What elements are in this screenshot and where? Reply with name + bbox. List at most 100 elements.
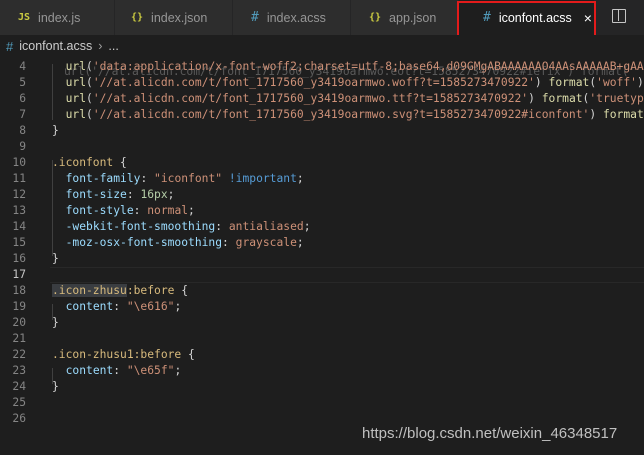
line-number: 7 (19, 108, 26, 121)
breadcrumb-more[interactable]: ... (108, 39, 118, 53)
code-line[interactable]: 9 (0, 139, 644, 155)
code-token: url (65, 92, 87, 105)
line-number: 18 (12, 284, 26, 297)
code-line[interactable]: 4 url('data:application/x-font-woff2;cha… (0, 59, 644, 75)
line-code: -moz-osx-font-smoothing: grayscale; (52, 235, 304, 251)
watermark: https://blog.csdn.net/weixin_46348517 (362, 425, 618, 442)
code-token: -webkit-font-smoothing (65, 220, 216, 233)
line-code: font-style: normal; (52, 203, 195, 219)
javascript-file-icon: JS (18, 12, 31, 23)
line-number: 14 (12, 220, 26, 233)
code-token: "\e65f" (126, 364, 175, 377)
code-token: } (52, 124, 59, 137)
code-line[interactable]: 14 -webkit-font-smoothing: antialiased; (0, 219, 644, 235)
line-code: content: "\e65f"; (52, 363, 182, 379)
tab-iconfont-acss[interactable]: # iconfont.acss × (459, 0, 595, 35)
tab-index-json[interactable]: {} index.json (115, 0, 233, 35)
line-number: 11 (12, 172, 26, 185)
line-number: 16 (12, 252, 26, 265)
code-line[interactable]: 18 .icon-zhusu:before { (0, 283, 644, 299)
code-token: normal (147, 204, 189, 217)
line-code: url('//at.alicdn.com/t/font_1717560_y341… (52, 91, 644, 107)
line-number: 10 (12, 156, 26, 169)
code-line[interactable]: 7 url('//at.alicdn.com/t/font_1717560_y3… (0, 107, 644, 123)
code-token: url (65, 76, 87, 89)
code-line[interactable]: 6 url('//at.alicdn.com/t/font_1717560_y3… (0, 91, 644, 107)
tab-label: index.js (38, 10, 81, 25)
code-editor[interactable]: url('//at.alicdn.com/t/font_1717560_y341… (0, 57, 644, 455)
line-number: 19 (12, 300, 26, 313)
code-token: 'truetype' (589, 92, 644, 105)
close-icon[interactable]: × (584, 10, 592, 26)
line-number: 13 (12, 204, 26, 217)
breadcrumb-file[interactable]: iconfont.acss (19, 39, 92, 53)
line-number: 15 (12, 236, 26, 249)
code-token: } (52, 316, 59, 329)
line-code: .icon-zhusu1:before { (52, 347, 195, 363)
code-line[interactable]: 15 -moz-osx-font-smoothing: grayscale; (0, 235, 644, 251)
tab-bar: JS index.js {} index.json # index.acss {… (0, 0, 644, 35)
code-token: :before (126, 284, 175, 297)
code-line[interactable]: 20} (0, 315, 644, 331)
code-token: ; (303, 220, 311, 233)
tab-index-js[interactable]: JS index.js (0, 0, 115, 35)
code-token: ( (86, 76, 93, 89)
code-token: ), (636, 76, 644, 89)
code-line[interactable]: 5 url('//at.alicdn.com/t/font_1717560_y3… (0, 75, 644, 91)
code-token: ) (534, 76, 549, 89)
code-line[interactable]: 21 (0, 331, 644, 347)
code-token: : (140, 172, 155, 185)
code-line[interactable]: 11 font-family: "iconfont" !important; (0, 171, 644, 187)
code-token: .iconfont (52, 156, 114, 169)
code-token: grayscale (235, 236, 297, 249)
code-line[interactable]: 8} (0, 123, 644, 139)
code-line[interactable]: 25 (0, 395, 644, 411)
code-token: '//at.alicdn.com/t/font_1717560_y3419oar… (92, 76, 535, 89)
line-code: } (52, 379, 59, 395)
line-number: 24 (12, 380, 26, 393)
code-token: url (65, 108, 87, 121)
tab-app-json[interactable]: {} app.json (351, 0, 459, 35)
css-file-icon: # (251, 10, 259, 25)
code-line[interactable]: 10 .iconfont { (0, 155, 644, 171)
code-token: 'woff' (596, 76, 637, 89)
json-file-icon: {} (131, 12, 144, 23)
code-line[interactable]: 13 font-style: normal; (0, 203, 644, 219)
code-token: ) (528, 92, 542, 105)
code-token: : (215, 220, 229, 233)
code-token: .icon-zhusu1:before (52, 348, 182, 361)
code-line[interactable]: 23 content: "\e65f"; (0, 363, 644, 379)
code-token: ; (296, 172, 304, 185)
code-token: '//at.alicdn.com/t/font_1717560_y3419oar… (92, 108, 590, 121)
code-token: : (133, 204, 148, 217)
line-number: 9 (19, 140, 26, 153)
code-line[interactable]: 24} (0, 379, 644, 395)
code-line[interactable]: 16} (0, 251, 644, 267)
code-line[interactable]: 12 font-size: 16px; (0, 187, 644, 203)
code-line[interactable]: 17 (0, 267, 644, 283)
code-line[interactable]: 19 content: "\e616"; (0, 299, 644, 315)
json-file-icon: {} (369, 12, 382, 23)
code-token: content (65, 300, 114, 313)
line-code: font-size: 16px; (52, 187, 175, 203)
tab-label: index.acss (266, 10, 326, 25)
line-code: -webkit-font-smoothing: antialiased; (52, 219, 311, 235)
code-line[interactable]: 22 .icon-zhusu1:before { (0, 347, 644, 363)
code-token: ; (174, 300, 182, 313)
code-token: content (65, 364, 114, 377)
code-token: font-family (65, 172, 141, 185)
code-token: ; (174, 364, 182, 377)
split-editor-icon[interactable] (612, 9, 626, 23)
line-number: 25 (12, 396, 26, 409)
tab-index-acss[interactable]: # index.acss (233, 0, 351, 35)
line-number: 20 (12, 316, 26, 329)
code-token: : (113, 300, 127, 313)
code-token: : (126, 188, 141, 201)
